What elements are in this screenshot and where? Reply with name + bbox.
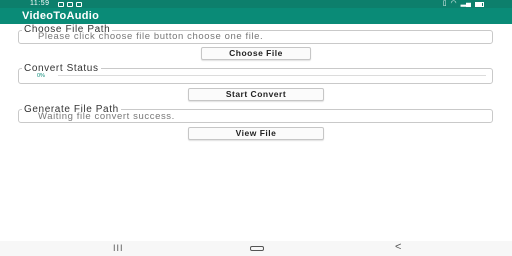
- notification-icon: [58, 1, 64, 7]
- app-bar: VideoToAudio: [0, 8, 512, 24]
- navigation-bar: III <: [0, 241, 512, 256]
- notification-icon: [67, 1, 73, 7]
- recent-apps-icon[interactable]: III: [113, 244, 124, 253]
- home-icon[interactable]: [250, 246, 264, 251]
- wifi-icon: ◠: [450, 0, 457, 7]
- app-title: VideoToAudio: [22, 10, 100, 22]
- convert-status-title: Convert Status: [22, 63, 101, 74]
- vibrate-icon: ▯: [442, 0, 447, 7]
- battery-icon: [475, 1, 484, 7]
- status-bar: 11:59 ▯ ◠ ▂▄: [0, 0, 512, 8]
- choose-file-button[interactable]: Choose File: [201, 47, 311, 60]
- progress-bar: [58, 75, 486, 76]
- progress-percent: 0%: [37, 73, 45, 79]
- signal-icon: ▂▄: [460, 0, 471, 7]
- back-icon[interactable]: <: [395, 242, 401, 253]
- notification-icons: [58, 1, 82, 7]
- choose-file-path-text: Please click choose file button choose o…: [38, 31, 264, 42]
- start-convert-button[interactable]: Start Convert: [188, 88, 324, 101]
- notification-icon: [76, 1, 82, 7]
- generate-file-path-text: Waiting file convert success.: [38, 111, 175, 122]
- status-time: 11:59: [30, 0, 50, 7]
- view-file-button[interactable]: View File: [188, 127, 324, 140]
- system-icons: ▯ ◠ ▂▄: [443, 0, 484, 8]
